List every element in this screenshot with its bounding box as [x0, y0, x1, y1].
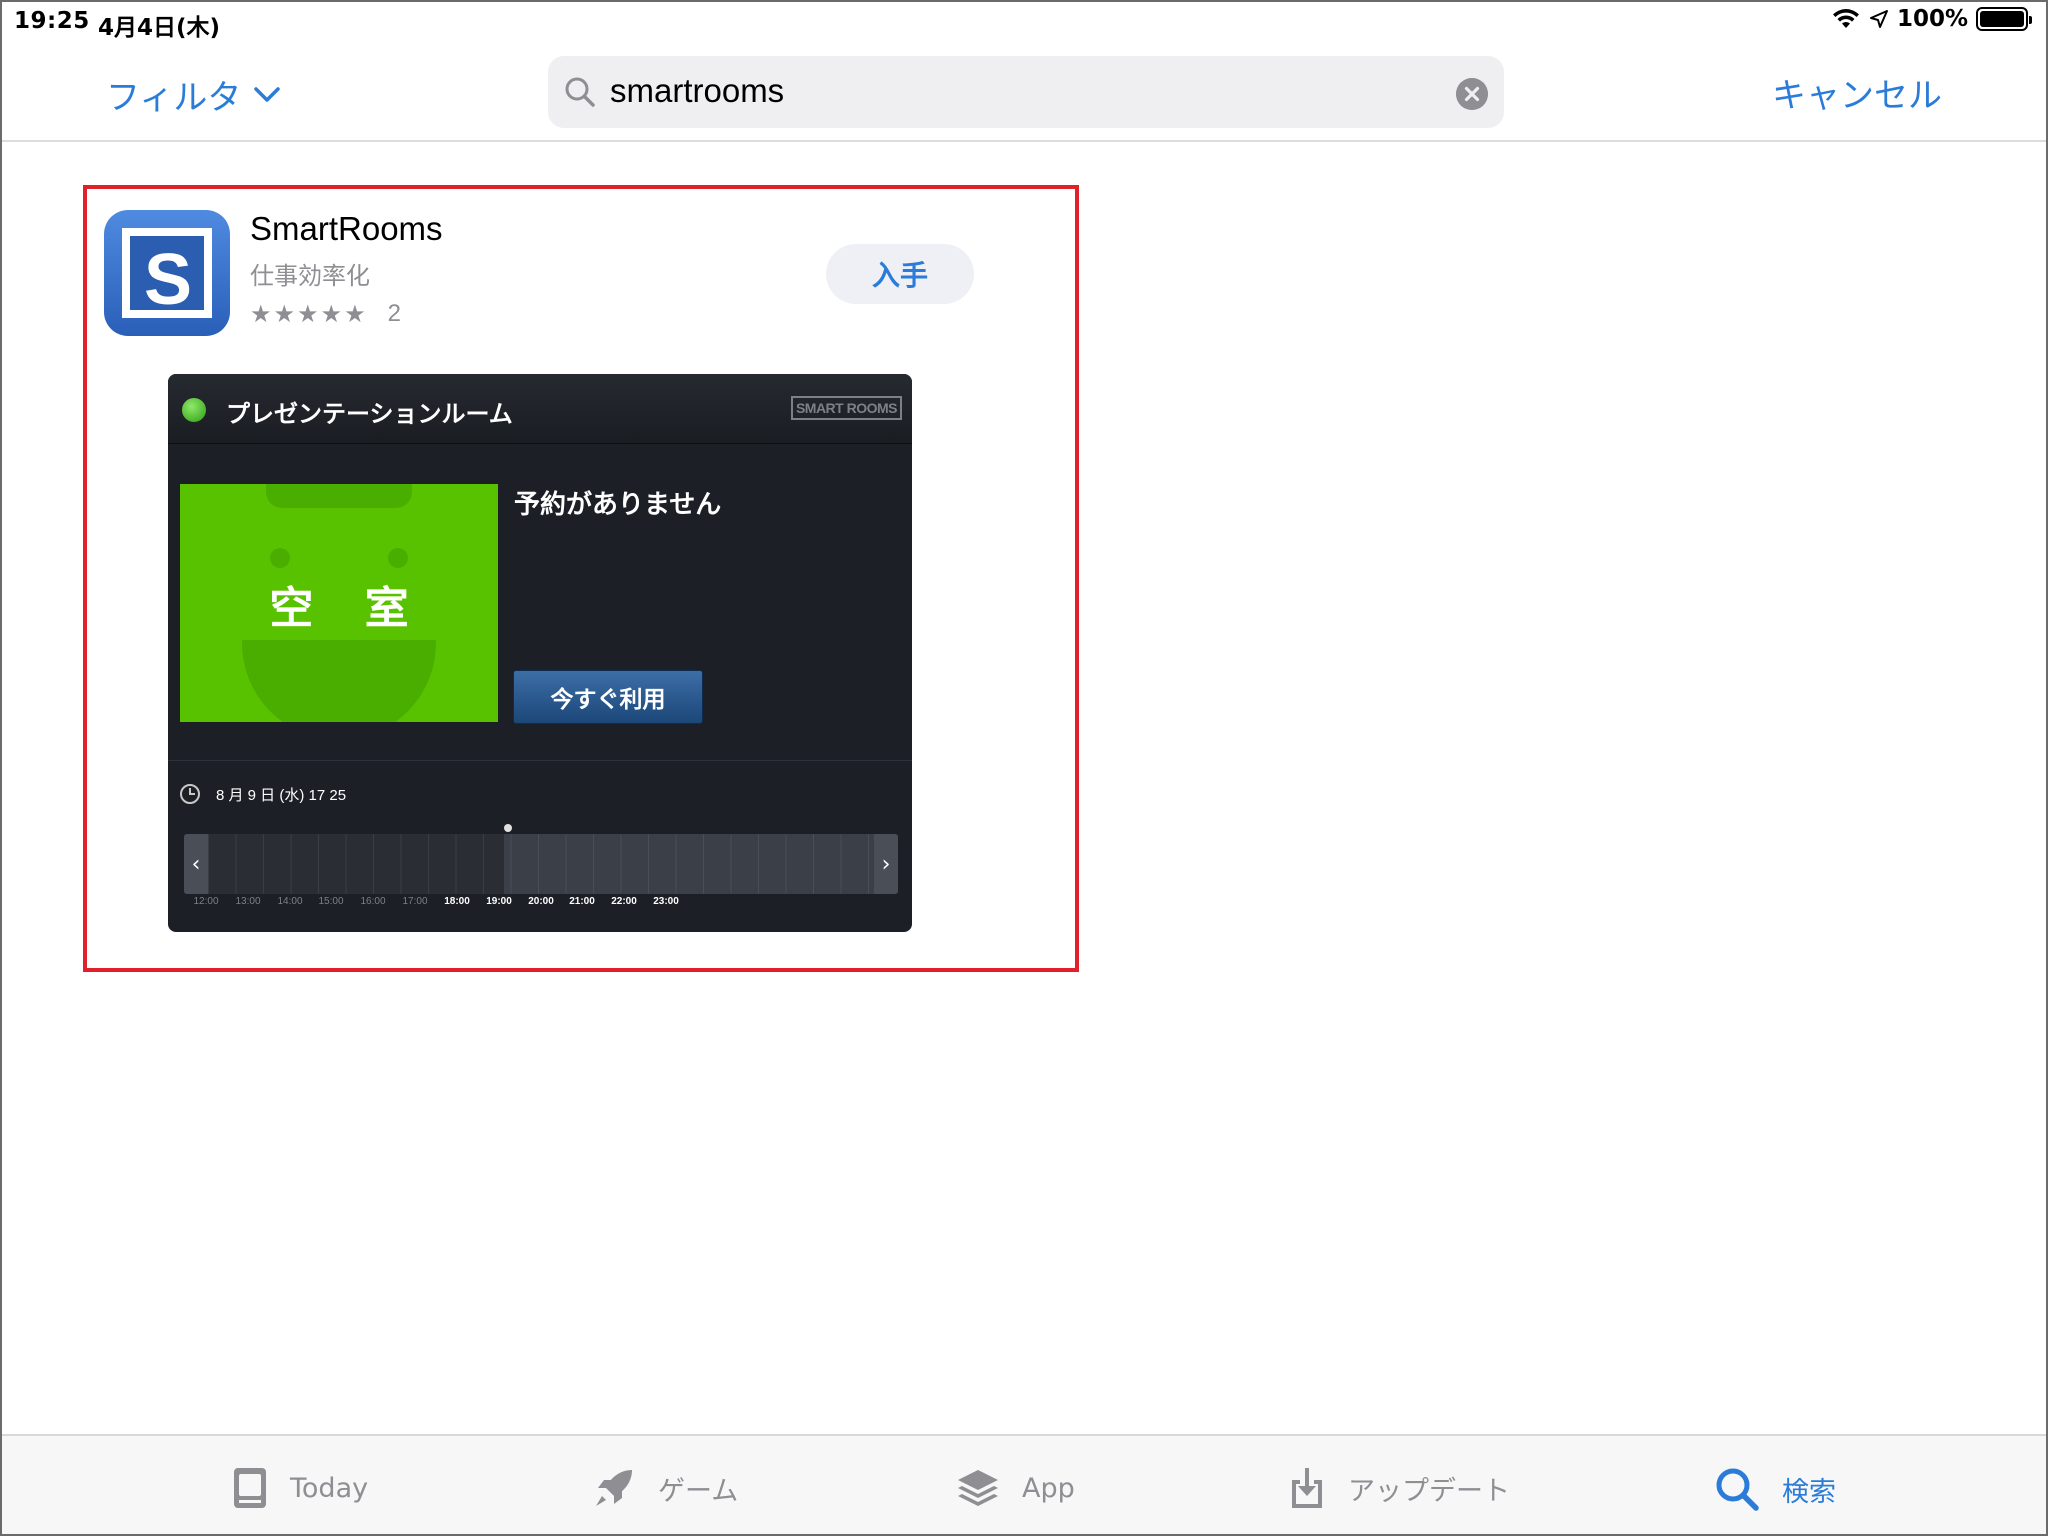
status-indicators: 100% [1831, 6, 2032, 32]
preview-datetime: 8 月 9 日 (水) 17 25 [216, 787, 347, 804]
timeline-tick: 20:00 [528, 896, 554, 907]
tab-label: App [1022, 1472, 1075, 1504]
app-screenshot-preview[interactable]: プレゼンテーションルーム SMART ROOMS 空 室 予約がありません 今す… [168, 374, 912, 932]
use-now-button: 今すぐ利用 [513, 670, 703, 724]
tab-label: 検索 [1782, 1476, 1836, 1508]
tab-updates[interactable]: アップデート [1288, 1466, 1510, 1510]
battery-icon [1976, 7, 2032, 31]
rating-count: 2 [387, 300, 401, 327]
cancel-button[interactable]: キャンセル [1772, 68, 1942, 117]
svg-text:S: S [144, 240, 192, 320]
preview-header: プレゼンテーションルーム SMART ROOMS [168, 374, 912, 444]
location-icon [1869, 10, 1888, 28]
get-button[interactable]: 入手 [826, 244, 974, 304]
layers-icon [958, 1470, 998, 1506]
search-query: smartrooms [610, 72, 785, 109]
timeline-tick: 14:00 [277, 896, 303, 907]
chevron-left-icon: ‹ [184, 834, 208, 894]
room-name: プレゼンテーションルーム [226, 400, 513, 428]
app-store-search-screen: 19:25 4月4日(木) 100% フィルタ smartrooms キャンセル… [0, 0, 2048, 1536]
tab-label: Today [290, 1472, 369, 1504]
star-rating-icon: ★★★★★ [250, 300, 368, 328]
status-bar: 19:25 4月4日(木) 100% [2, 2, 2046, 42]
app-name[interactable]: SmartRooms [250, 210, 443, 248]
search-icon [565, 77, 595, 107]
vacant-status-panel: 空 室 [180, 484, 498, 722]
search-input[interactable]: smartrooms [548, 56, 1504, 128]
timeline-tick: 19:00 [486, 896, 512, 907]
app-rating: ★★★★★ 2 [250, 300, 401, 328]
filter-button[interactable]: フィルタ [106, 70, 281, 119]
preview-divider [168, 760, 912, 761]
timeline-tick: 23:00 [653, 896, 679, 907]
timeline-tick: 22:00 [611, 896, 637, 907]
timeline-ticks: 12:00 13:00 14:00 15:00 16:00 17:00 18:0… [184, 896, 898, 914]
timeline-tick: 16:00 [360, 896, 386, 907]
timeline-tick: 17:00 [402, 896, 428, 907]
tab-bar: Today ゲーム App アップデート 検索 [2, 1434, 2046, 1534]
brand-logo: SMART ROOMS [790, 396, 902, 420]
timeline-tick: 18:00 [444, 896, 470, 907]
current-time-marker [504, 824, 512, 832]
search-icon [1716, 1468, 1759, 1511]
timeline: ‹ › [184, 834, 898, 894]
clear-search-icon[interactable] [1456, 78, 1488, 110]
status-date: 4月4日(木) [98, 15, 221, 41]
tab-today[interactable]: Today [232, 1466, 368, 1510]
smile-face-icon [242, 640, 436, 722]
status-time: 19:25 [14, 8, 90, 34]
chevron-right-icon: › [874, 834, 898, 894]
timeline-tick: 15:00 [318, 896, 344, 907]
timeline-tick: 12:00 [193, 896, 219, 907]
availability-indicator-icon [182, 398, 206, 422]
tab-label: ゲーム [658, 1475, 739, 1507]
search-nav-bar: フィルタ smartrooms キャンセル [2, 42, 2046, 142]
app-category: 仕事効率化 [250, 262, 370, 290]
timeline-tick: 21:00 [569, 896, 595, 907]
tab-label: アップデート [1348, 1475, 1510, 1507]
no-reservation-message: 予約がありません [514, 490, 722, 520]
battery-percent: 100% [1896, 6, 1968, 32]
wifi-icon [1832, 9, 1859, 28]
rocket-icon [596, 1470, 632, 1506]
clock-icon [180, 784, 200, 804]
tab-search[interactable]: 検索 [1714, 1466, 1836, 1512]
today-icon [234, 1468, 266, 1508]
tab-app[interactable]: App [956, 1466, 1075, 1510]
chevron-down-icon [254, 86, 281, 102]
smartrooms-app-icon[interactable]: S [104, 210, 230, 336]
smartrooms-logo-icon: S [122, 228, 212, 320]
tab-games[interactable]: ゲーム [592, 1466, 738, 1510]
filter-label: フィルタ [106, 78, 242, 118]
download-icon [1292, 1468, 1322, 1508]
vacant-label: 空 室 [269, 583, 427, 634]
timeline-tick: 13:00 [235, 896, 261, 907]
